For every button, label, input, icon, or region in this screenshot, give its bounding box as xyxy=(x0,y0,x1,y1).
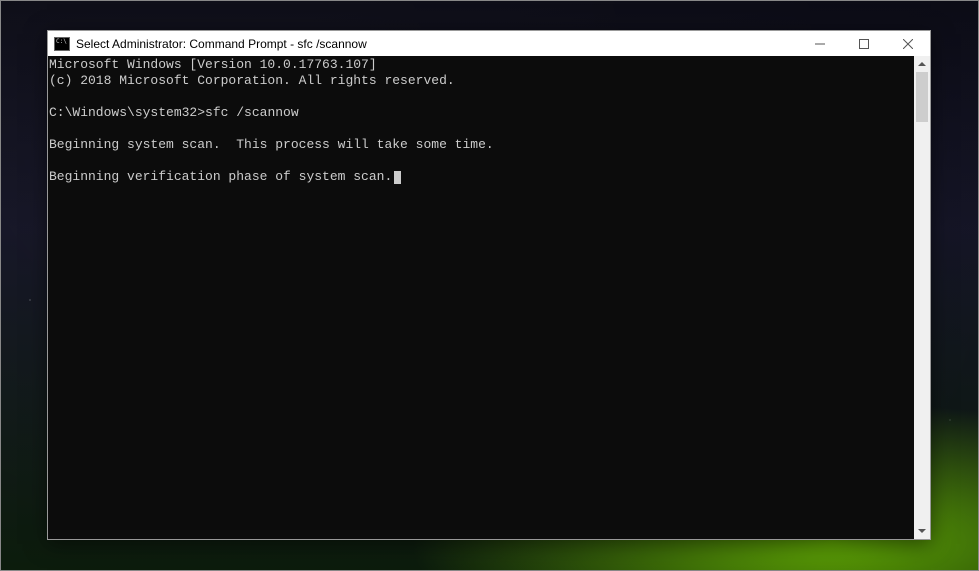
command-prompt-window: Select Administrator: Command Prompt - s… xyxy=(47,30,931,540)
cursor-icon xyxy=(394,171,401,184)
maximize-icon xyxy=(859,39,869,49)
scroll-down-arrow-icon[interactable] xyxy=(914,523,930,539)
close-icon xyxy=(903,39,913,49)
os-version-line: Microsoft Windows [Version 10.0.17763.10… xyxy=(49,57,377,72)
window-controls xyxy=(798,31,930,56)
verification-line: Beginning verification phase of system s… xyxy=(49,169,392,184)
scan-begin-line: Beginning system scan. This process will… xyxy=(49,137,494,152)
scroll-up-arrow-icon[interactable] xyxy=(914,56,930,72)
entered-command: sfc /scannow xyxy=(205,105,299,120)
cmd-icon xyxy=(54,37,70,51)
terminal-output[interactable]: Microsoft Windows [Version 10.0.17763.10… xyxy=(48,56,914,539)
vertical-scrollbar[interactable] xyxy=(914,56,930,539)
close-button[interactable] xyxy=(886,31,930,56)
maximize-button[interactable] xyxy=(842,31,886,56)
copyright-line: (c) 2018 Microsoft Corporation. All righ… xyxy=(49,73,455,88)
scroll-thumb[interactable] xyxy=(916,72,928,122)
console-area: Microsoft Windows [Version 10.0.17763.10… xyxy=(48,56,930,539)
prompt-path: C:\Windows\system32> xyxy=(49,105,205,120)
window-title: Select Administrator: Command Prompt - s… xyxy=(76,37,798,51)
minimize-icon xyxy=(815,39,825,49)
minimize-button[interactable] xyxy=(798,31,842,56)
titlebar[interactable]: Select Administrator: Command Prompt - s… xyxy=(48,31,930,56)
scroll-track[interactable] xyxy=(914,72,930,523)
